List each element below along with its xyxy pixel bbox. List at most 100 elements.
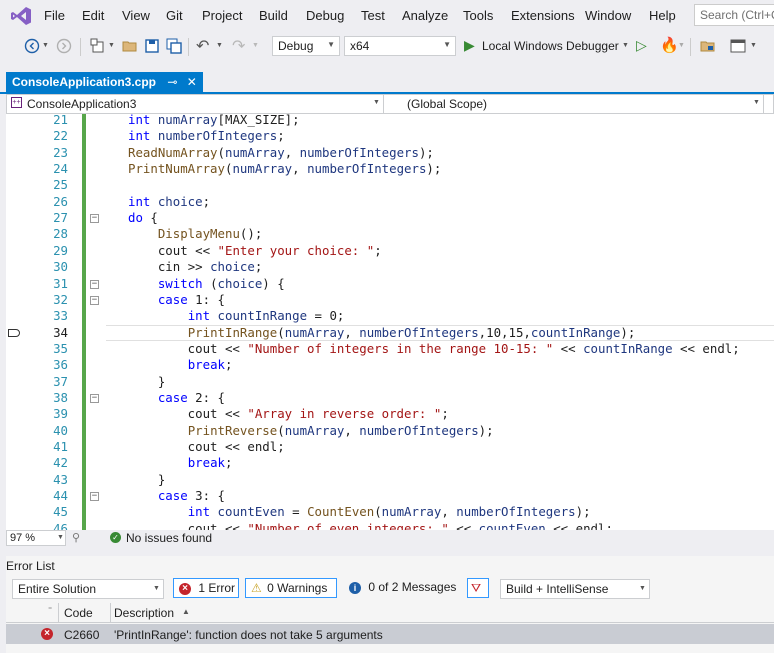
code-text: int countInRange = 0;: [128, 308, 345, 324]
code-line[interactable]: 42 break;: [6, 455, 774, 471]
menu-project[interactable]: Project: [202, 8, 242, 23]
code-text: ReadNumArray(numArray, numberOfIntegers)…: [128, 145, 434, 160]
undo-icon[interactable]: ↶: [196, 36, 209, 56]
code-line[interactable]: 39 cout << "Array in reverse order: ";: [6, 406, 774, 422]
table-row[interactable]: × C2660 'PrintInRange': function does no…: [6, 624, 774, 644]
code-line[interactable]: 29 cout << "Enter your choice: ";: [6, 243, 774, 259]
code-line[interactable]: 33 int countInRange = 0;: [6, 308, 774, 324]
code-line[interactable]: 26 int choice;: [6, 194, 774, 210]
code-line[interactable]: 21 int numArray[MAX_SIZE];: [6, 114, 774, 128]
filter-button[interactable]: ⛛: [467, 578, 489, 598]
new-project-icon[interactable]: [90, 38, 106, 54]
code-line[interactable]: 23 ReadNumArray(numArray, numberOfInteger…: [6, 145, 774, 161]
save-all-icon[interactable]: [166, 38, 182, 54]
code-line[interactable]: 25: [6, 177, 774, 193]
error-scope-select[interactable]: Entire Solution ▼: [12, 579, 164, 599]
back-icon[interactable]: [24, 38, 40, 54]
collapse-region-icon[interactable]: −: [90, 214, 99, 224]
menu-analyze[interactable]: Analyze: [402, 8, 448, 23]
code-token: int: [187, 308, 218, 324]
menu-tools[interactable]: Tools: [463, 8, 493, 23]
code-line[interactable]: 45 int countEven = CountEven(numArray, n…: [6, 504, 774, 520]
code-line[interactable]: 27 − do {: [6, 210, 774, 226]
errors-count: 1 Error: [198, 581, 236, 595]
solution-configuration-select[interactable]: Debug ▼: [272, 36, 340, 56]
search-input[interactable]: Search (Ctrl+Q): [694, 4, 774, 26]
save-icon[interactable]: [144, 38, 160, 54]
code-line[interactable]: 32 − case 1: {: [6, 292, 774, 308]
solution-explorer-icon[interactable]: [700, 38, 716, 54]
code-line[interactable]: 24 PrintNumArray(numArray, numberOfIntege…: [6, 161, 774, 177]
issues-status[interactable]: No issues found: [126, 531, 212, 545]
code-token: 1: {: [195, 291, 225, 307]
layout-dropdown-icon[interactable]: ▼: [750, 42, 757, 49]
code-line[interactable]: 31 − switch (choice) {: [6, 276, 774, 292]
zoom-select[interactable]: 97 % ▼: [6, 530, 66, 546]
column-options-icon[interactable]: ⁼: [48, 605, 52, 614]
collapse-region-icon[interactable]: −: [90, 393, 99, 403]
code-line[interactable]: 34 PrintInRange(numArray, numberOfIntege…: [6, 324, 774, 341]
menu-window[interactable]: Window: [585, 8, 631, 23]
code-line[interactable]: 36 break;: [6, 357, 774, 373]
code-token: cout: [128, 242, 196, 258]
menu-edit[interactable]: Edit: [82, 8, 104, 23]
code-token: cout <<: [128, 340, 248, 356]
close-icon[interactable]: ✕: [187, 75, 197, 89]
line-number: 29: [53, 242, 68, 258]
column-description[interactable]: Description: [114, 606, 174, 620]
code-line[interactable]: 44 − case 3: {: [6, 488, 774, 504]
collapse-region-icon[interactable]: −: [90, 295, 99, 305]
code-line[interactable]: 46 cout << "Number of even integers: " <…: [6, 521, 774, 530]
code-line[interactable]: 30 cin >> choice;: [6, 259, 774, 275]
tab-consoleapplication3-cpp[interactable]: ConsoleApplication3.cpp ⊸ ✕: [6, 72, 203, 92]
errors-filter-toggle[interactable]: × 1 Error: [173, 578, 239, 598]
open-folder-icon[interactable]: [122, 38, 138, 54]
code-editor[interactable]: 21 int numArray[MAX_SIZE]; 22 int numberOfI…: [6, 114, 774, 530]
menu-debug[interactable]: Debug: [306, 8, 344, 23]
code-text: PrintNumArray(numArray, numberOfIntegers…: [128, 161, 441, 176]
breakpoint-marker-icon[interactable]: [8, 328, 20, 337]
code-line[interactable]: 41 cout << endl;: [6, 439, 774, 455]
collapse-region-icon[interactable]: −: [90, 492, 99, 502]
menu-help[interactable]: Help: [649, 8, 676, 23]
code-cleanup-icon[interactable]: ⚲: [72, 531, 80, 544]
pin-icon[interactable]: ⊸: [167, 75, 177, 89]
code-line[interactable]: 37 }: [6, 374, 774, 390]
window-layout-icon[interactable]: [730, 38, 746, 54]
code-line[interactable]: 43 }: [6, 472, 774, 488]
undo-dropdown-icon[interactable]: ▼: [216, 42, 223, 49]
start-debugging-button[interactable]: ▶ Local Windows Debugger ▼: [462, 36, 632, 56]
menu-view[interactable]: View: [122, 8, 150, 23]
code-line[interactable]: 40 PrintReverse(numArray, numberOfIntege…: [6, 423, 774, 439]
debugger-dropdown-icon[interactable]: ▼: [622, 42, 629, 49]
redo-dropdown-icon: ▼: [252, 42, 259, 49]
toolbar-separator: [80, 38, 81, 56]
scope-dropdown[interactable]: (Global Scope) ▼: [383, 95, 764, 113]
warnings-filter-toggle[interactable]: ⚠ 0 Warnings: [245, 578, 337, 598]
start-without-debugging-icon[interactable]: ▷: [636, 37, 647, 54]
menu-test[interactable]: Test: [361, 8, 385, 23]
menu-extensions[interactable]: Extensions: [511, 8, 575, 23]
code-token: cout << endl;: [128, 439, 285, 454]
menu-file[interactable]: File: [44, 8, 65, 23]
visual-studio-logo-icon[interactable]: [10, 6, 32, 26]
navigation-bar: ++ ConsoleApplication3 ▼ (Global Scope) …: [6, 94, 774, 114]
column-code[interactable]: Code: [64, 606, 93, 620]
code-line[interactable]: 35 cout << "Number of integers in the ra…: [6, 341, 774, 357]
code-line[interactable]: 22 int numberOfIntegers;: [6, 128, 774, 144]
menu-git[interactable]: Git: [166, 8, 183, 23]
new-dropdown-icon[interactable]: ▼: [108, 42, 115, 49]
project-dropdown[interactable]: ++ ConsoleApplication3 ▼: [7, 95, 384, 113]
build-source-select[interactable]: Build + IntelliSense ▼: [500, 579, 650, 599]
solution-platform-select[interactable]: x64 ▼: [344, 36, 456, 56]
collapse-region-icon[interactable]: −: [90, 279, 99, 289]
code-token: CountEven: [307, 504, 375, 520]
messages-filter-toggle[interactable]: i 0 of 2 Messages: [344, 578, 458, 598]
hot-reload-icon: 🔥: [660, 37, 679, 54]
code-line[interactable]: 28 DisplayMenu();: [6, 226, 774, 242]
code-line[interactable]: 38 − case 2: {: [6, 390, 774, 406]
code-token: countInRange: [530, 324, 621, 340]
back-dropdown-icon[interactable]: ▼: [42, 42, 49, 49]
menu-build[interactable]: Build: [259, 8, 288, 23]
